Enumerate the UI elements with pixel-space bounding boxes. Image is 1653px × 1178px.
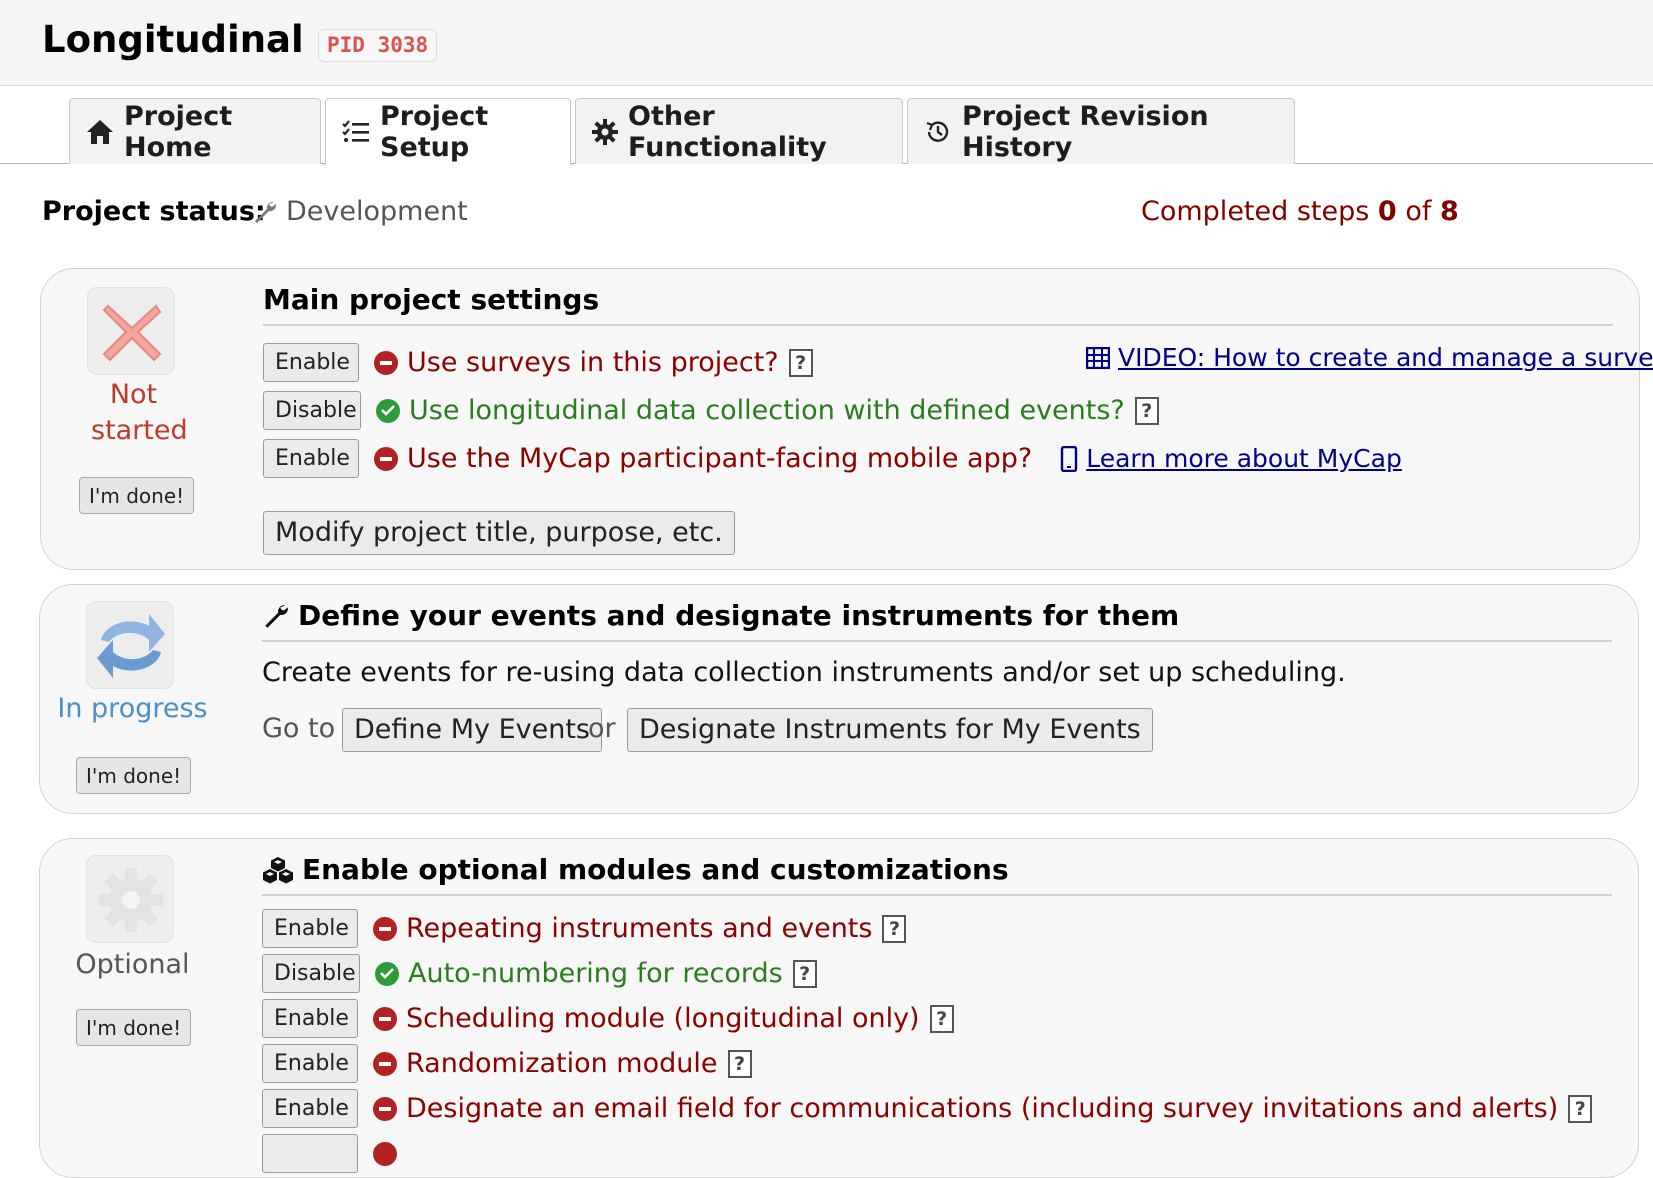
video-survey-link[interactable]: VIDEO: How to create and manage a survey: [1118, 343, 1653, 372]
option-row: Enable Randomization module ?: [262, 1044, 752, 1083]
option-row: Enable Use the MyCap participant-facing …: [263, 439, 1402, 478]
completed-steps: Completed steps 0 of 8: [1141, 196, 1459, 227]
history-icon: [926, 121, 949, 142]
panel-title: Main project settings: [263, 283, 1613, 326]
not-started-icon: [87, 287, 175, 375]
enable-button[interactable]: Enable: [262, 999, 358, 1038]
check-circle-icon: [376, 398, 400, 423]
step-status-in-progress: In progress: [57, 693, 208, 724]
pid-badge: PID 3038: [318, 29, 438, 62]
option-label: Use the MyCap participant-facing mobile …: [407, 443, 1033, 474]
enable-button[interactable]: Enable: [262, 909, 358, 948]
help-icon[interactable]: ?: [1134, 396, 1159, 425]
help-icon[interactable]: ?: [727, 1049, 752, 1078]
tab-project-revision-history[interactable]: Project Revision History: [907, 98, 1295, 164]
tab-label: Project Setup: [380, 101, 489, 163]
option-row: Enable Repeating instruments and events …: [262, 909, 907, 948]
minus-circle-icon: [373, 916, 397, 941]
or-label: or: [588, 713, 616, 744]
define-my-events-button[interactable]: Define My Events: [342, 708, 602, 752]
completed-total: 8: [1439, 196, 1459, 227]
enable-button[interactable]: Enable: [262, 1089, 358, 1128]
step-status-not-started: Not started: [91, 379, 188, 446]
minus-circle-icon: [373, 1006, 397, 1031]
optional-modules-panel: Optional I'm done! Enable optional modul…: [39, 838, 1639, 1178]
gear-icon: [592, 118, 618, 145]
enable-button[interactable]: Enable: [262, 1044, 358, 1083]
in-progress-icon: [86, 601, 174, 689]
option-row: Disable Use longitudinal data collection…: [263, 391, 1159, 430]
page-title: Longitudinal: [42, 18, 304, 61]
wrench-icon: [265, 604, 288, 628]
option-row: Enable Designate an email field for comm…: [262, 1089, 1593, 1128]
home-icon: [87, 119, 113, 144]
panel-title: Enable optional modules and customizatio…: [262, 853, 1612, 896]
panel-title: Define your events and designate instrum…: [262, 599, 1612, 642]
optional-gear-icon: [86, 855, 174, 943]
im-done-button[interactable]: I'm done!: [79, 477, 195, 514]
tab-label: Project Home: [124, 100, 233, 163]
main-settings-panel: Not started I'm done! Main project setti…: [40, 268, 1653, 570]
enable-button[interactable]: Enable: [263, 439, 359, 478]
modify-project-button[interactable]: Modify project title, purpose, etc.: [263, 511, 735, 555]
mycap-link[interactable]: Learn more about MyCap: [1086, 444, 1402, 473]
option-label: Designate an email field for communicati…: [406, 1093, 1559, 1124]
option-label: Use longitudinal data collection with de…: [409, 395, 1125, 426]
minus-circle-icon: [373, 1096, 397, 1121]
help-icon[interactable]: ?: [929, 1004, 954, 1033]
define-events-panel: In progress I'm done! Define your events…: [39, 584, 1639, 814]
option-label: Repeating instruments and events: [406, 913, 873, 944]
im-done-button[interactable]: I'm done!: [76, 1009, 192, 1046]
mobile-phone-icon: [1061, 445, 1078, 472]
tab-label: Project Revision History: [962, 100, 1209, 163]
option-row: Disable Auto-numbering for records ?: [262, 954, 817, 993]
check-circle-icon: [375, 961, 399, 986]
option-label: Randomization module: [406, 1048, 718, 1079]
goto-label: Go to: [262, 713, 336, 744]
project-status-value: Development: [252, 196, 468, 227]
tab-label: Other Functionality: [628, 100, 827, 163]
tab-project-setup[interactable]: Project Setup: [325, 98, 571, 165]
help-icon[interactable]: ?: [1568, 1094, 1593, 1123]
tab-other-functionality[interactable]: Other Functionality: [575, 98, 903, 164]
help-icon[interactable]: ?: [788, 348, 813, 377]
im-done-button[interactable]: I'm done!: [76, 757, 192, 794]
disable-button[interactable]: Disable: [262, 954, 360, 993]
step-status-optional: Optional: [75, 949, 190, 980]
checklist-icon: [342, 120, 369, 142]
tab-bar: Project Home Project Setup Other Functio…: [0, 86, 1653, 165]
minus-circle-icon: [374, 350, 398, 375]
option-row: Enable Scheduling module (longitudinal o…: [262, 999, 954, 1038]
disable-button[interactable]: Disable: [263, 391, 361, 430]
project-status: Project status: Development: [42, 196, 468, 227]
option-row: Enable Use surveys in this project? ?: [263, 343, 813, 382]
help-icon[interactable]: ?: [882, 914, 907, 943]
designate-instruments-button[interactable]: Designate Instruments for My Events: [627, 708, 1153, 752]
panel-description: Create events for re-using data collecti…: [262, 657, 1346, 688]
cubes-icon: [263, 856, 293, 883]
option-label: Scheduling module (longitudinal only): [406, 1003, 920, 1034]
title-bar: Longitudinal PID 3038: [0, 0, 1653, 86]
wrench-icon: [255, 201, 277, 223]
enable-button[interactable]: Enable: [263, 343, 359, 382]
option-label: Auto-numbering for records: [408, 958, 783, 989]
film-icon: [1086, 346, 1110, 369]
help-icon[interactable]: ?: [792, 959, 817, 988]
minus-circle-icon: [374, 446, 398, 471]
option-label: Use surveys in this project?: [407, 347, 779, 378]
completed-count: 0: [1377, 196, 1397, 227]
tab-project-home[interactable]: Project Home: [69, 98, 321, 164]
video-link-row: VIDEO: How to create and manage a survey: [1086, 343, 1653, 372]
minus-circle-icon: [373, 1141, 397, 1166]
project-status-text: Development: [286, 196, 468, 227]
minus-circle-icon: [373, 1051, 397, 1076]
project-status-label: Project status:: [42, 196, 266, 227]
